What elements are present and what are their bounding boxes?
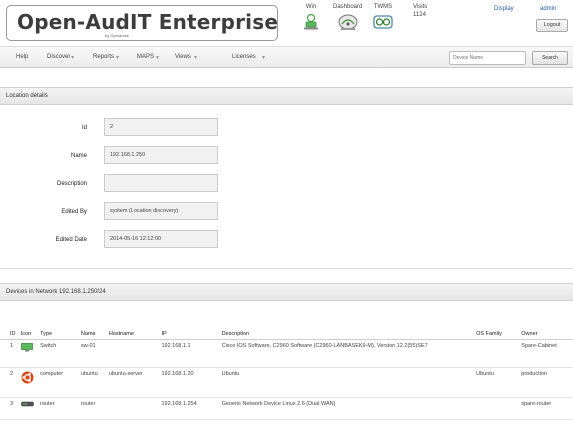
location-panel-header: Location details	[0, 87, 573, 105]
device-name-link[interactable]: sw-01	[81, 343, 96, 349]
monitor-icon	[20, 342, 33, 352]
field-edited-date[interactable]: 2014-05-16 12:12:00	[104, 230, 218, 248]
header-stat-label: Dashboard	[333, 4, 363, 10]
header-stat-twms[interactable]: TWMS	[372, 4, 394, 31]
cell-name[interactable]: sw-01	[78, 339, 107, 368]
column-header-type[interactable]: Type	[38, 312, 79, 340]
cell-owner: Spare-Cabinet	[519, 339, 573, 368]
cell-os-family	[474, 339, 520, 368]
cell-icon	[18, 339, 39, 368]
column-header-icon[interactable]: Icon	[18, 312, 39, 340]
table-row[interactable]: 1 Switch sw-01 192.168.1.1 Cisco IOS Sof…	[0, 339, 573, 368]
nav-item-reports[interactable]: Reports	[93, 54, 114, 60]
logo-subtitle: by Opmantek	[105, 33, 129, 38]
field-label-edited-by: Edited By	[61, 209, 87, 215]
device-name-link[interactable]: ubuntu	[81, 371, 98, 377]
location-panel-title: Location details	[6, 93, 48, 99]
header-stat-dashboard[interactable]: Dashboard	[333, 4, 362, 31]
header-stat-label: TWMS	[373, 4, 393, 10]
dashboard-icon	[338, 14, 358, 30]
table-header-row: ID Icon Type Name Hostname IP Descriptio…	[0, 312, 573, 340]
cell-icon	[18, 397, 39, 420]
field-edited-by[interactable]: system (Location discovery)	[104, 202, 218, 220]
field-label-id: Id	[81, 125, 87, 131]
cell-hostname	[106, 339, 160, 368]
cell-name[interactable]: router	[78, 397, 107, 420]
cell-type: computer	[38, 367, 79, 398]
cell-description: Generic Network Device Linux 2.6 (Dual W…	[219, 397, 475, 420]
cell-icon	[18, 367, 39, 398]
header-stat-label: Visits	[413, 4, 428, 10]
user-link[interactable]: admin	[540, 6, 556, 12]
cell-ip: 192.168.1.20	[159, 367, 220, 398]
nav-dropdown-caret: ▾	[194, 55, 198, 61]
nav-item-discover[interactable]: Discover	[47, 54, 70, 60]
search-button[interactable]: Search	[532, 51, 568, 65]
column-header-description[interactable]: Description	[219, 312, 475, 340]
app-header: Open-AudIT Enterprise by Opmantek Win Da…	[0, 0, 573, 46]
table-row[interactable]: 2 computer ubuntu ubuntu-server 192.168.…	[0, 367, 573, 398]
column-header-hostname[interactable]: Hostname	[106, 312, 160, 340]
cell-ip: 192.168.1.254	[159, 397, 220, 420]
router-icon	[21, 401, 34, 406]
field-label-name: Name	[70, 153, 87, 159]
nav-dropdown-caret: ▾	[156, 55, 160, 61]
header-stat-count: 1124	[413, 12, 426, 18]
cell-id: 3	[0, 397, 19, 420]
cell-description: Ubuntu	[219, 367, 475, 398]
table-row[interactable]: 3 router router 192.168.1.254 Generic Ne…	[0, 397, 573, 420]
ubuntu-icon	[21, 371, 34, 383]
column-header-id[interactable]: ID	[0, 312, 19, 340]
cell-os-family: Ubuntu	[474, 367, 520, 398]
cell-id: 1	[0, 339, 19, 368]
cell-hostname: ubuntu-server	[106, 367, 160, 398]
column-header-os-family[interactable]: OS Family	[474, 312, 520, 340]
nav-dropdown-caret: ▾	[71, 55, 75, 61]
logo[interactable]: Open-AudIT Enterprise by Opmantek	[6, 5, 278, 41]
header-stat-win[interactable]: Win	[302, 4, 320, 31]
search-input[interactable]	[449, 51, 526, 65]
cell-id: 2	[0, 367, 19, 398]
devices-table: ID Icon Type Name Hostname IP Descriptio…	[0, 312, 573, 420]
nav-item-licenses[interactable]: Licenses	[232, 54, 256, 60]
cell-description: Cisco IOS Software, C2960 Software (C296…	[219, 339, 475, 368]
devices-panel-header: Devices in Network 192.168.1.250/24	[0, 283, 573, 301]
location-panel: Id 2 Name 192.168.1.250 Description Edit…	[0, 105, 573, 269]
cell-owner: production	[519, 367, 573, 398]
cell-type: router	[38, 397, 79, 420]
device-name-link[interactable]: router	[81, 401, 95, 407]
field-label-description: Description	[56, 181, 87, 187]
cell-ip: 192.168.1.1	[159, 339, 220, 368]
cell-name[interactable]: ubuntu	[78, 367, 107, 398]
nav-dropdown-caret: ▾	[116, 55, 120, 61]
cell-type: Switch	[38, 339, 79, 368]
nav-item-maps[interactable]: MAPS	[137, 54, 154, 60]
logo-title: Open-AudIT Enterprise	[17, 10, 279, 34]
field-description[interactable]	[104, 174, 218, 192]
cell-os-family	[474, 397, 520, 420]
win-device-icon	[304, 13, 318, 30]
display-link[interactable]: Display	[494, 6, 514, 12]
field-name[interactable]: 192.168.1.250	[104, 146, 218, 164]
header-stat-visits: Visits 1124	[413, 4, 427, 18]
field-label-edited-date: Edited Date	[55, 237, 87, 243]
nav-dropdown-caret: ▾	[262, 55, 266, 61]
column-header-name[interactable]: Name	[78, 312, 107, 340]
cell-owner: spare-router	[519, 397, 573, 420]
main-nav: Help Discover ▾ Reports ▾ MAPS ▾ Views ▾…	[0, 46, 573, 68]
cell-hostname	[106, 397, 160, 420]
field-id[interactable]: 2	[104, 118, 218, 136]
column-header-owner[interactable]: Owner	[519, 312, 573, 340]
header-stat-label: Win	[305, 4, 317, 10]
twms-icon	[373, 15, 393, 29]
column-header-ip[interactable]: IP	[159, 312, 220, 340]
nav-item-views[interactable]: Views	[175, 54, 191, 60]
devices-panel-title: Devices in Network 192.168.1.250/24	[6, 289, 106, 295]
nav-item-help[interactable]: Help	[16, 54, 28, 60]
logout-button[interactable]: Logout	[536, 19, 568, 32]
